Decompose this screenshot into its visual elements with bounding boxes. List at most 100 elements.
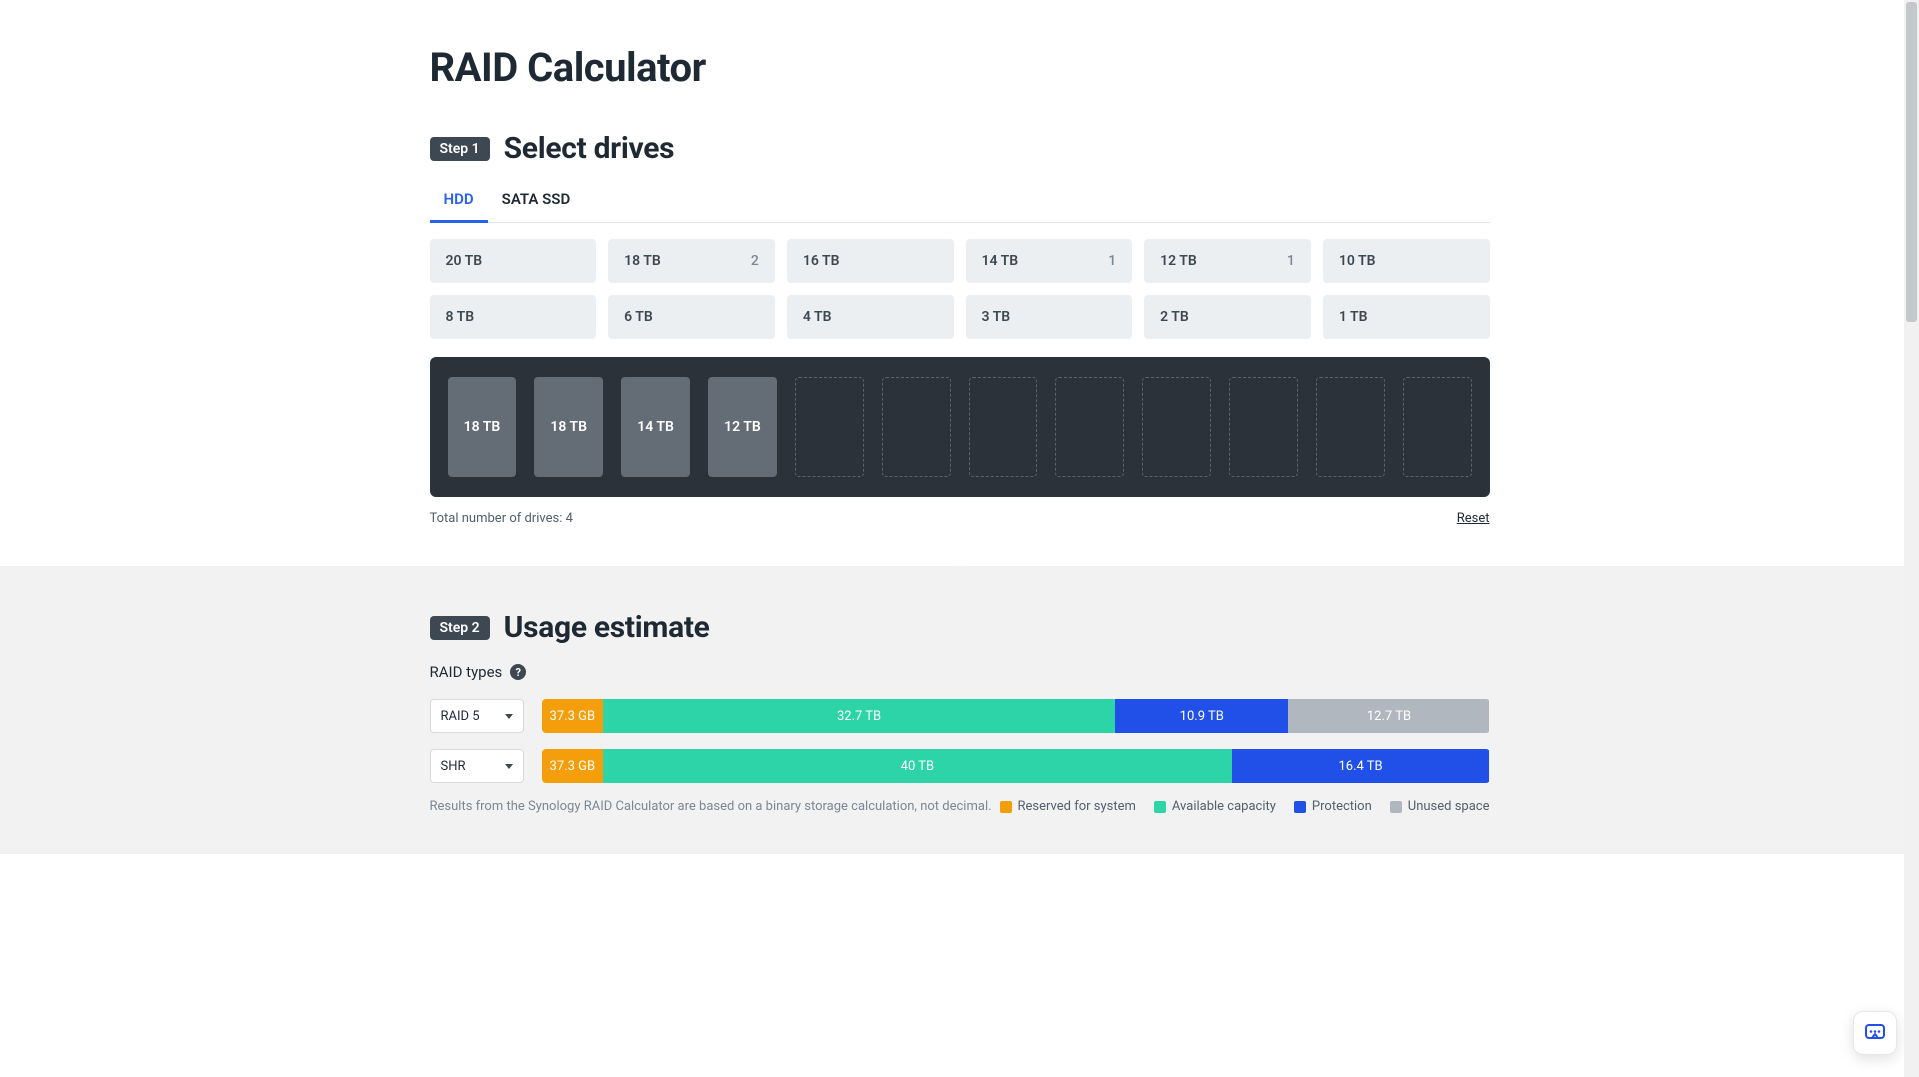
step1-pill: Step 1 [430,137,490,161]
step2-header: Step 2 Usage estimate [430,610,1490,645]
drive-option-label: 16 TB [803,253,840,269]
drive-option-label: 10 TB [1339,253,1376,269]
legend-label: Available capacity [1172,799,1276,814]
help-icon[interactable]: ? [510,664,526,680]
tab-hdd[interactable]: HDD [430,180,488,223]
drive-option-12tb[interactable]: 12 TB 1 [1144,239,1311,283]
usage-segment-label: 10.9 TB [1180,709,1224,724]
scrollbar-thumb[interactable] [1906,2,1917,322]
legend-item-unused: Unused space [1390,799,1490,814]
drive-option-label: 6 TB [624,309,653,325]
drive-slot-empty [1316,377,1385,477]
drive-slot-empty [1055,377,1124,477]
drive-slot-filled[interactable]: 18 TB [534,377,603,477]
legend-label: Unused space [1408,799,1490,814]
vertical-scrollbar[interactable] [1904,0,1919,1077]
usage-segment-available: 32.7 TB [603,699,1115,733]
drive-slot-label: 12 TB [724,419,761,435]
drive-option-1tb[interactable]: 1 TB [1323,295,1490,339]
raid-type-select-value: SHR [441,759,466,774]
calc-footnote: Results from the Synology RAID Calculato… [430,799,992,814]
step1-title: Select drives [504,131,675,166]
legend-label: Reserved for system [1018,799,1136,814]
usage-bar: 37.3 GB 32.7 TB 10.9 TB 12.7 TB [542,699,1490,733]
drive-slot-label: 14 TB [637,419,674,435]
page-title: RAID Calculator [430,44,1490,91]
drive-slot-empty [1403,377,1472,477]
legend: Reserved for system Available capacity Pro… [1000,799,1490,814]
usage-segment-label: 32.7 TB [837,709,881,724]
step2-pill: Step 2 [430,616,490,640]
drive-option-label: 3 TB [982,309,1011,325]
drive-slot-filled[interactable]: 18 TB [448,377,517,477]
legend-swatch [1000,801,1012,813]
drive-slot-empty [969,377,1038,477]
usage-segment-label: 37.3 GB [550,709,596,724]
drive-option-2tb[interactable]: 2 TB [1144,295,1311,339]
usage-segment-label: 40 TB [901,759,934,774]
drive-option-label: 20 TB [446,253,483,269]
drive-slots-panel: 18 TB 18 TB 14 TB 12 TB [430,357,1490,497]
usage-segment-unused: 12.7 TB [1288,699,1489,733]
step1-header: Step 1 Select drives [430,131,1490,166]
section-divider-notch [946,555,974,567]
drive-option-label: 18 TB [624,253,661,269]
drive-option-label: 8 TB [446,309,475,325]
reset-link[interactable]: Reset [1457,511,1490,526]
legend-swatch [1154,801,1166,813]
usage-segment-label: 16.4 TB [1338,759,1382,774]
drive-slot-label: 18 TB [464,419,501,435]
chevron-down-icon [505,714,513,719]
drive-slot-empty [882,377,951,477]
drive-option-4tb[interactable]: 4 TB [787,295,954,339]
chevron-down-icon [505,764,513,769]
drive-type-tabs: HDDSATA SSD [430,180,1490,223]
drive-slot-empty [1142,377,1211,477]
usage-segment-protection: 10.9 TB [1115,699,1288,733]
legend-label: Protection [1312,799,1372,814]
drive-option-18tb[interactable]: 18 TB 2 [608,239,775,283]
usage-segment-reserved: 37.3 GB [542,749,604,783]
raid-type-select[interactable]: SHR [430,749,524,783]
raid-type-select-value: RAID 5 [441,709,480,724]
drive-option-3tb[interactable]: 3 TB [966,295,1133,339]
drive-option-label: 4 TB [803,309,832,325]
drive-option-8tb[interactable]: 8 TB [430,295,597,339]
legend-item-available: Available capacity [1154,799,1276,814]
legend-swatch [1294,801,1306,813]
drive-slot-empty [1229,377,1298,477]
raid-row: RAID 5 37.3 GB 32.7 TB 10.9 TB 12.7 TB [430,699,1490,733]
drive-option-6tb[interactable]: 6 TB [608,295,775,339]
drive-option-label: 12 TB [1160,253,1197,269]
legend-item-protection: Protection [1294,799,1372,814]
drive-slot-filled[interactable]: 14 TB [621,377,690,477]
usage-segment-label: 37.3 GB [550,759,596,774]
tab-sata-ssd[interactable]: SATA SSD [488,180,585,223]
usage-segment-available: 40 TB [603,749,1232,783]
drive-option-20tb[interactable]: 20 TB [430,239,597,283]
drive-slot-filled[interactable]: 12 TB [708,377,777,477]
drive-option-16tb[interactable]: 16 TB [787,239,954,283]
raid-types-label: RAID types [430,663,503,681]
usage-segment-reserved: 37.3 GB [542,699,604,733]
drive-option-count: 1 [1287,253,1295,269]
drive-option-label: 14 TB [982,253,1019,269]
drive-slot-label: 18 TB [550,419,587,435]
usage-segment-protection: 16.4 TB [1232,749,1490,783]
drive-option-count: 1 [1108,253,1116,269]
legend-item-reserved: Reserved for system [1000,799,1136,814]
usage-segment-label: 12.7 TB [1367,709,1411,724]
drive-option-10tb[interactable]: 10 TB [1323,239,1490,283]
raid-row: SHR 37.3 GB 40 TB 16.4 TB [430,749,1490,783]
chat-icon [1863,1021,1887,1045]
chat-button[interactable] [1853,1011,1897,1055]
total-drives-label: Total number of drives: 4 [430,511,573,526]
drive-option-label: 2 TB [1160,309,1189,325]
drive-option-count: 2 [751,253,759,269]
raid-type-select[interactable]: RAID 5 [430,699,524,733]
drive-option-14tb[interactable]: 14 TB 1 [966,239,1133,283]
drive-option-label: 1 TB [1339,309,1368,325]
drive-slot-empty [795,377,864,477]
legend-swatch [1390,801,1402,813]
step2-title: Usage estimate [504,610,710,645]
